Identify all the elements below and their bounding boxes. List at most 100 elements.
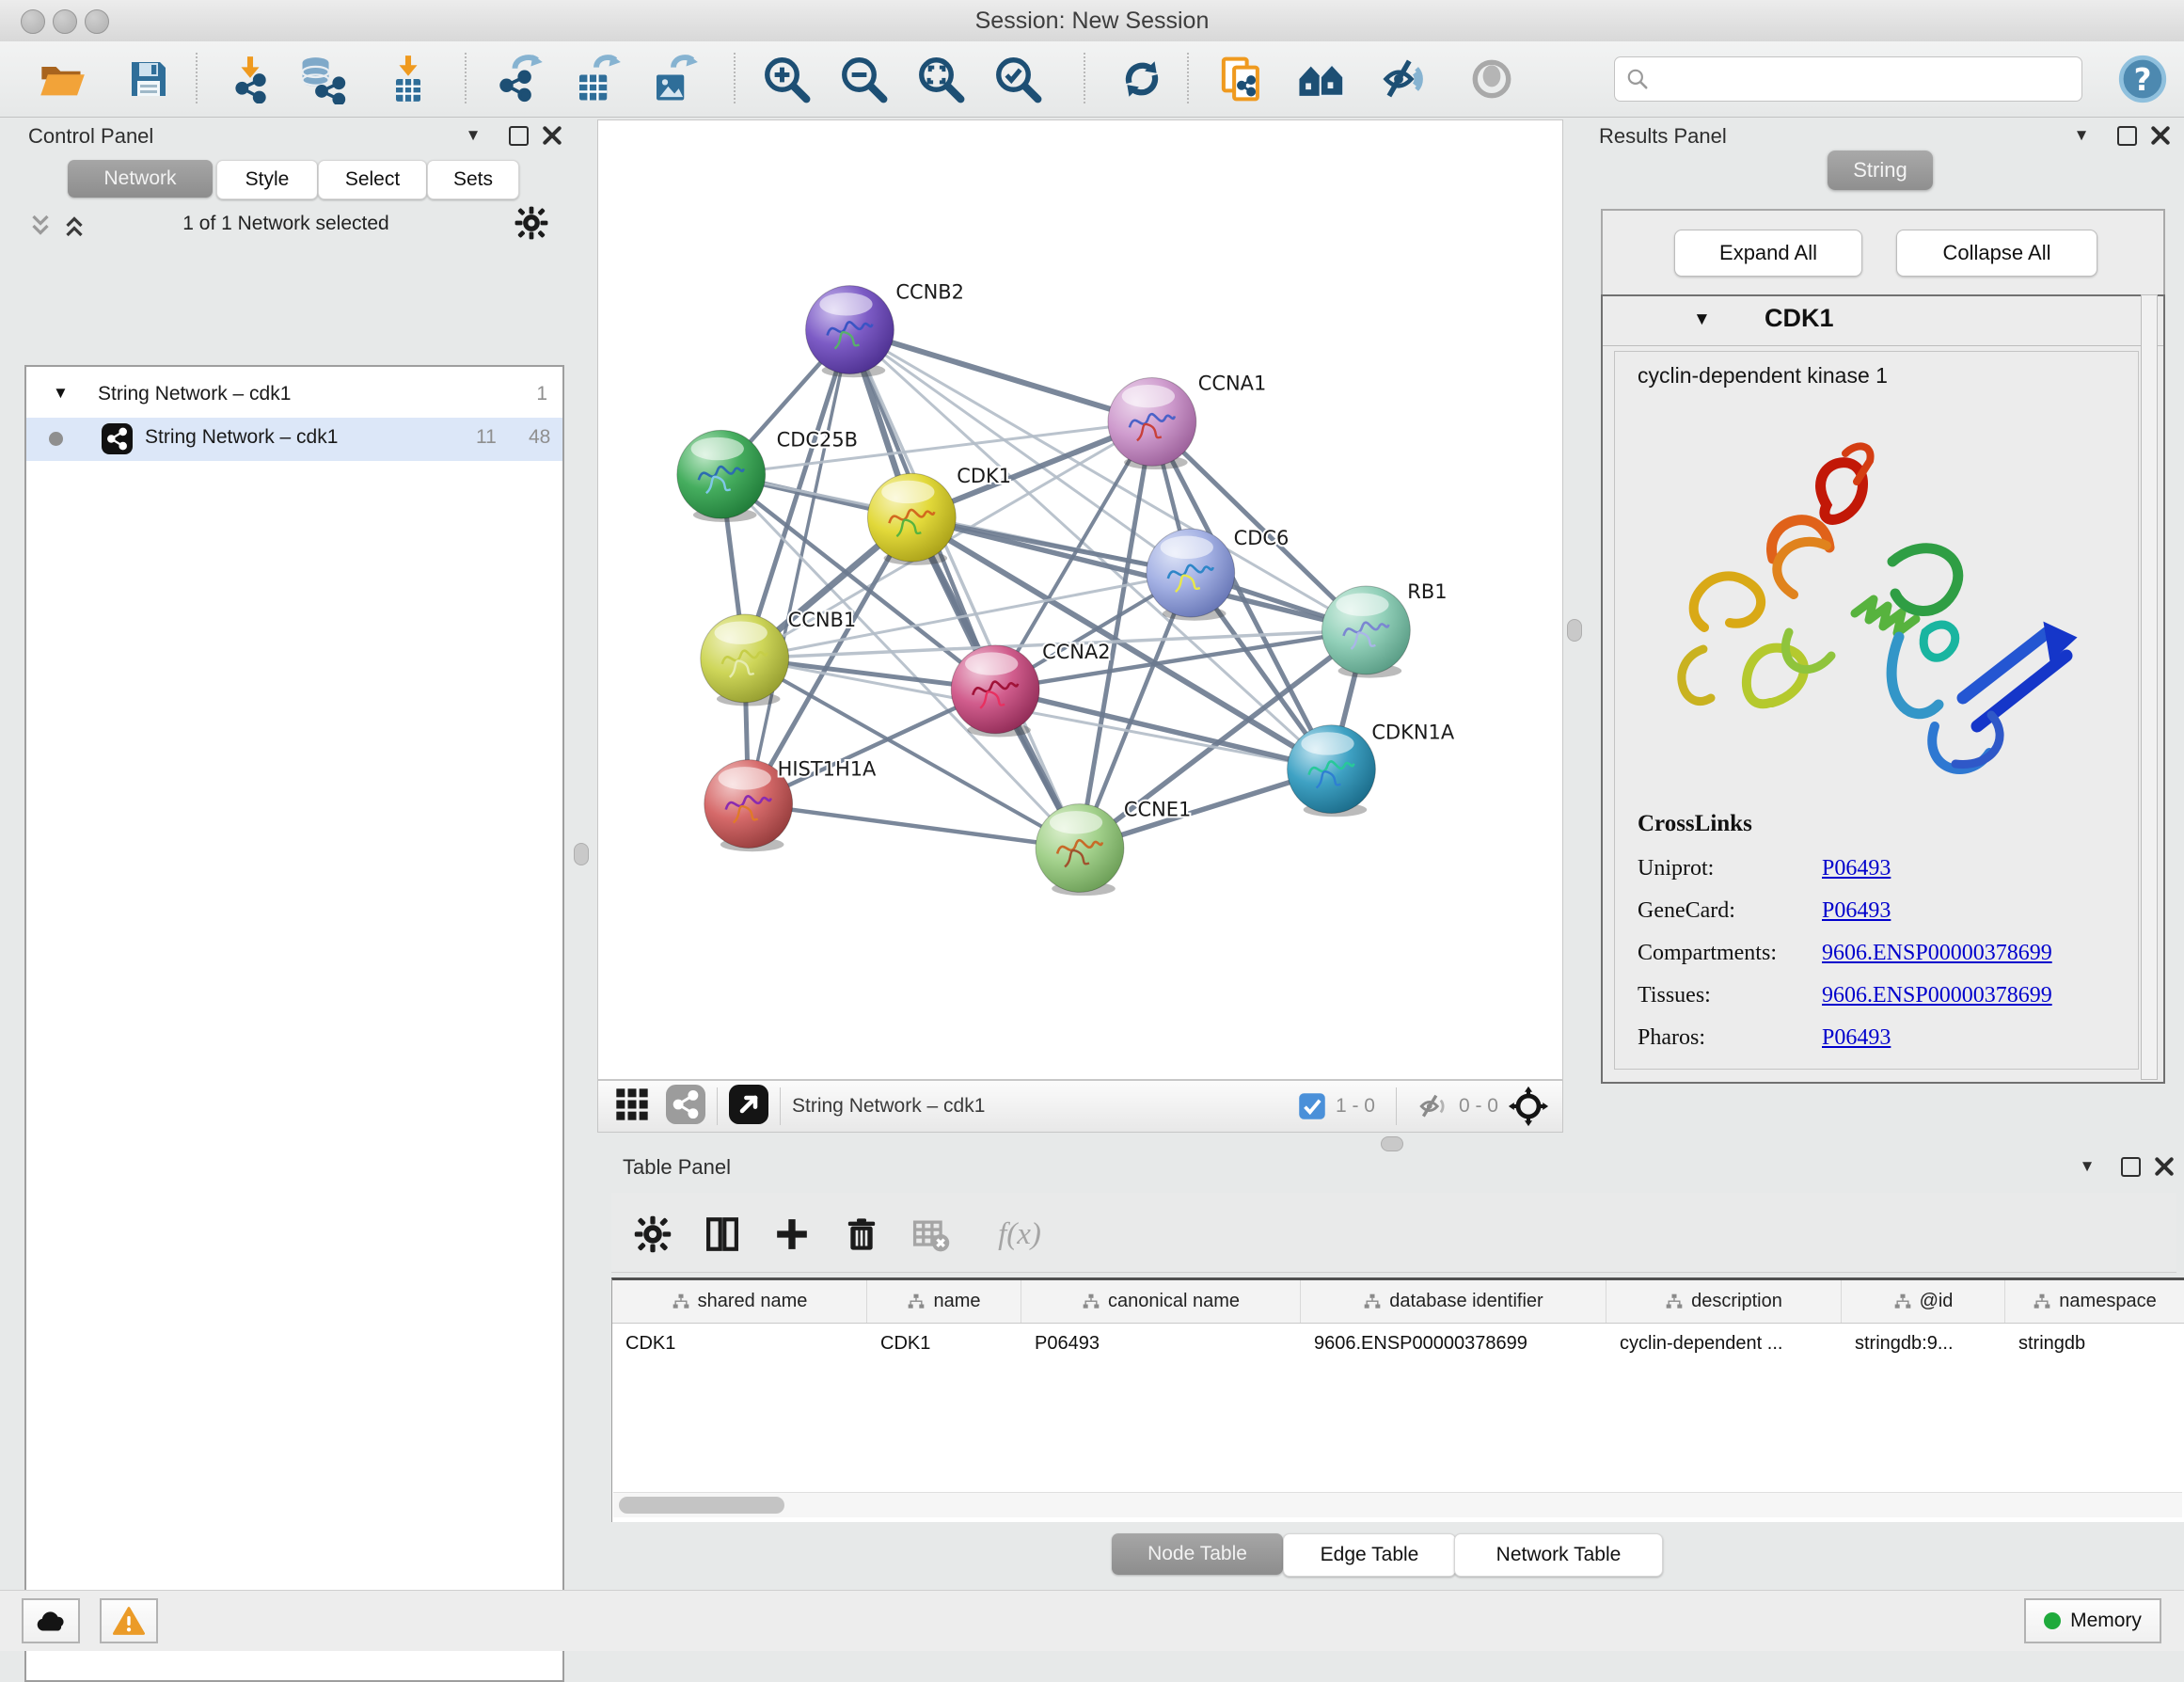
table-cell[interactable]: stringdb:9... [1842, 1324, 2005, 1364]
node-table[interactable]: shared name namecanonical namedatabase id… [611, 1277, 2184, 1522]
column-header-label: shared name [698, 1291, 808, 1312]
show-columns-button[interactable] [698, 1210, 747, 1259]
node-CDKN1A[interactable] [1288, 725, 1376, 817]
table-panel-close-button[interactable] [2150, 1152, 2178, 1181]
table-cell[interactable]: stringdb [2005, 1324, 2184, 1364]
search-input[interactable] [1614, 56, 2082, 102]
results-panel-menu-button[interactable]: ▼ [2067, 121, 2096, 150]
fx-icon: f(x) [998, 1217, 1041, 1252]
collapse-entry-icon[interactable]: ▼ [1693, 309, 1711, 330]
node-CDC6[interactable] [1147, 529, 1235, 621]
crosslink-link[interactable]: P06493 [1822, 856, 2117, 881]
export-image-button[interactable] [645, 51, 702, 107]
edge-CCNB2-HIST1H1A[interactable] [749, 330, 850, 804]
column-header-@id[interactable]: @id [1842, 1280, 2005, 1323]
crosslink-link[interactable]: P06493 [1822, 1025, 2117, 1051]
eye-disabled-button[interactable] [1464, 51, 1520, 107]
table-cell[interactable]: 9606.ENSP00000378699 [1301, 1324, 1606, 1364]
hidden-eye-slash-icon[interactable] [1417, 1090, 1449, 1122]
network-row-selected[interactable]: String Network – cdk1 11 48 [26, 418, 562, 461]
table-panel-menu-button[interactable]: ▼ [2073, 1152, 2101, 1181]
export-table-button[interactable] [568, 51, 625, 107]
control-panel-float-button[interactable] [504, 121, 532, 150]
tab-string[interactable]: String [1828, 151, 1933, 190]
delete-column-button[interactable] [837, 1210, 886, 1259]
help-button[interactable]: ? [2114, 51, 2171, 107]
network-graph[interactable]: CCNB2CCNA1CDC25BCDK1CDC6RB1CCNB1CCNA2CDK… [598, 120, 1562, 1079]
birdseye-crosshair-icon[interactable] [1508, 1086, 1549, 1127]
tab-node-table[interactable]: Node Table [1112, 1533, 1283, 1575]
import-network-from-database-button[interactable] [293, 51, 350, 107]
table-cell[interactable]: P06493 [1021, 1324, 1301, 1364]
edge-HIST1H1A-CCNE1[interactable] [749, 804, 1080, 849]
clone-network-button[interactable] [1213, 51, 1270, 107]
tab-select[interactable]: Select [318, 160, 427, 199]
import-table-from-file-button[interactable] [380, 51, 436, 107]
memory-button[interactable]: Memory [2024, 1598, 2161, 1643]
node-CCNE1[interactable] [1036, 804, 1124, 897]
add-column-button[interactable] [768, 1210, 816, 1259]
update-network-button[interactable] [1114, 51, 1170, 107]
results-panel-float-button[interactable] [2113, 121, 2141, 150]
crosslink-link[interactable]: 9606.ENSP00000378699 [1822, 983, 2117, 1008]
table-settings-button[interactable] [628, 1210, 677, 1259]
selected-checkbox-icon[interactable] [1298, 1092, 1326, 1120]
node-CCNA1[interactable] [1108, 377, 1196, 469]
column-header-description[interactable]: description [1606, 1280, 1842, 1323]
import-network-from-file-button[interactable] [222, 51, 278, 107]
node-CDK1[interactable] [867, 473, 956, 565]
node-RB1[interactable] [1321, 586, 1410, 678]
crosslink-link[interactable]: 9606.ENSP00000378699 [1822, 941, 2117, 966]
edge-CCNB2-CCNE1[interactable] [849, 330, 1080, 849]
collapse-all-button[interactable]: Collapse All [1896, 230, 2097, 277]
control-panel-close-button[interactable] [538, 121, 566, 150]
tree-expander-icon[interactable]: ▼ [53, 384, 69, 403]
network-overview-button[interactable] [1294, 51, 1351, 107]
cloud-status-button[interactable] [22, 1598, 80, 1643]
scrollbar-thumb[interactable] [619, 1497, 784, 1514]
tab-edge-table[interactable]: Edge Table [1283, 1533, 1456, 1577]
warning-status-button[interactable] [100, 1598, 158, 1643]
tab-network[interactable]: Network [68, 160, 213, 198]
open-session-button[interactable] [34, 51, 90, 107]
control-panel-menu-button[interactable]: ▼ [459, 121, 487, 150]
table-horizontal-scrollbar[interactable] [613, 1492, 2182, 1517]
column-header-name[interactable]: name [867, 1280, 1021, 1323]
node-CCNB1[interactable] [701, 614, 789, 706]
expand-all-button[interactable]: Expand All [1674, 230, 1862, 277]
results-panel-close-button[interactable] [2146, 121, 2175, 150]
save-session-button[interactable] [120, 51, 177, 107]
results-scrollbar[interactable] [2141, 294, 2158, 1080]
network-collection-row[interactable]: ▼ String Network – cdk1 1 [26, 374, 562, 418]
column-header-canonical-name[interactable]: canonical name [1021, 1280, 1301, 1323]
table-panel-title: Table Panel [623, 1155, 731, 1180]
hide-graphics-details-button[interactable] [1379, 51, 1435, 107]
network-view[interactable]: CCNB2CCNA1CDC25BCDK1CDC6RB1CCNB1CCNA2CDK… [597, 119, 1563, 1080]
column-header-namespace[interactable]: namespace [2005, 1280, 2184, 1323]
vertical-splitter-handle[interactable] [574, 843, 589, 865]
table-cell[interactable]: CDK1 [612, 1324, 867, 1364]
zoom-out-button[interactable] [835, 51, 892, 107]
network-collection-label: String Network – cdk1 [98, 383, 291, 405]
string-view-button[interactable] [666, 1085, 705, 1129]
table-panel-float-button[interactable] [2116, 1152, 2144, 1181]
column-header-database-identifier[interactable]: database identifier [1301, 1280, 1606, 1323]
edge-CCNB2-CCNA1[interactable] [849, 330, 1151, 422]
tab-network-table[interactable]: Network Table [1454, 1533, 1663, 1577]
crosslink-link[interactable]: P06493 [1822, 898, 2117, 924]
network-options-button[interactable] [514, 205, 549, 246]
export-network-button[interactable] [491, 51, 547, 107]
column-header-shared-name[interactable]: shared name [612, 1280, 867, 1323]
zoom-fit-button[interactable] [912, 51, 969, 107]
tab-sets[interactable]: Sets [427, 160, 519, 199]
houses-icon [1295, 54, 1350, 104]
zoom-selected-button[interactable] [989, 51, 1046, 107]
detach-view-button[interactable] [729, 1085, 768, 1129]
gene-header-row[interactable]: ▼ CDK1 [1603, 296, 2163, 346]
table-cell[interactable]: CDK1 [867, 1324, 1021, 1364]
grid-view-button[interactable] [613, 1086, 651, 1128]
table-row[interactable]: CDK1CDK1P064939606.ENSP00000378699cyclin… [612, 1324, 2184, 1364]
zoom-in-button[interactable] [758, 51, 815, 107]
table-cell[interactable]: cyclin-dependent ... [1606, 1324, 1842, 1364]
tab-style[interactable]: Style [216, 160, 318, 199]
